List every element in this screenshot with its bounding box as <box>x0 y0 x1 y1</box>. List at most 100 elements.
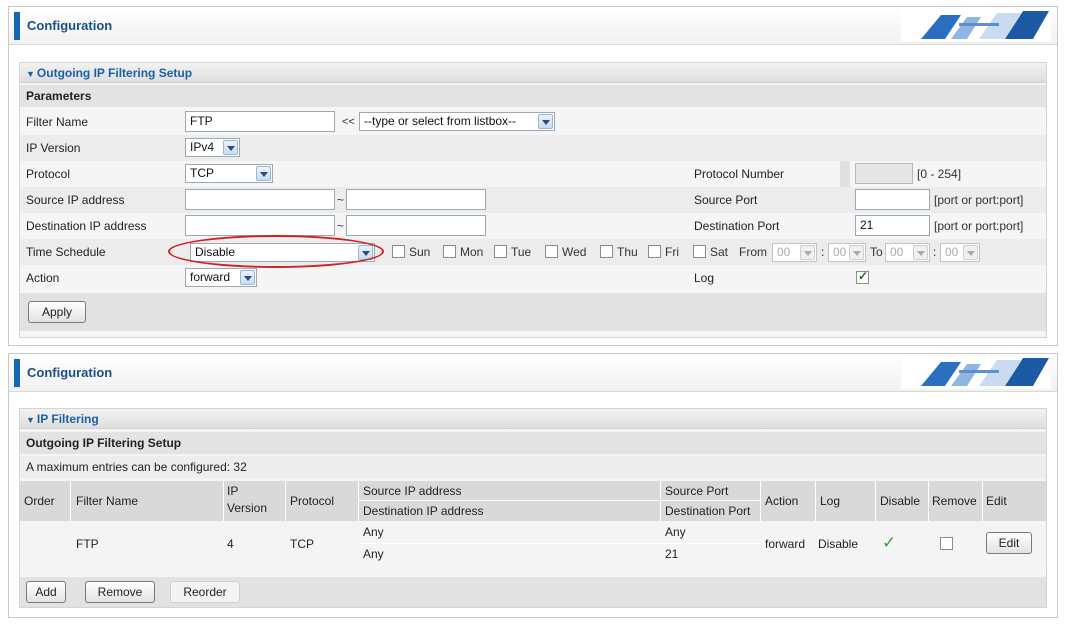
fri-checkbox[interactable] <box>648 245 661 258</box>
row-divider <box>359 543 761 544</box>
source-port-input[interactable] <box>855 189 930 210</box>
row-protocol: TCP <box>290 537 314 551</box>
subtitle-row: Outgoing IP Filtering Setup <box>20 432 1046 454</box>
config-header: Configuration <box>9 354 1057 392</box>
highlight-oval <box>168 235 384 268</box>
from-hour-value: 00 <box>777 245 791 259</box>
filter-list-select[interactable]: --type or select from listbox-- <box>359 112 555 131</box>
action-label: Action <box>26 271 60 285</box>
tue-checkbox[interactable] <box>494 245 507 258</box>
apply-row: Apply <box>20 293 1046 331</box>
sun-label: Sun <box>409 245 431 259</box>
ip-filtering-section: ▼ IP Filtering Outgoing IP Filtering Setu… <box>19 408 1047 608</box>
to-label: To <box>870 245 883 259</box>
filter-list-arrow: << <box>342 116 355 128</box>
subtitle: Outgoing IP Filtering Setup <box>26 436 182 450</box>
from-hour-select[interactable]: 00 <box>772 243 817 262</box>
dest-ip-start-input[interactable] <box>185 215 335 236</box>
section-title[interactable]: ▼ IP Filtering <box>20 409 1046 429</box>
dest-ip-end-input[interactable] <box>346 215 486 236</box>
ip-version-label: IP Version <box>26 141 81 155</box>
filter-list-value: --type or select from listbox-- <box>364 114 517 128</box>
network-banner-icon <box>901 9 1051 42</box>
chevron-down-icon <box>223 140 238 155</box>
protocol-number-input <box>855 163 913 184</box>
to-minute-select[interactable]: 00 <box>940 243 980 262</box>
log-label: Log <box>694 271 715 285</box>
thu-checkbox[interactable] <box>600 245 613 258</box>
action-row: Action forward Log <box>20 265 1046 291</box>
section-title[interactable]: ▼ Outgoing IP Filtering Setup <box>20 63 1046 83</box>
action-buttons-row: Add Remove Reorder <box>20 577 1046 607</box>
protocol-number-label-bg <box>840 161 850 187</box>
config-header: Configuration <box>9 7 1057 45</box>
to-hour-select[interactable]: 00 <box>885 243 930 262</box>
wed-checkbox[interactable] <box>545 245 558 258</box>
section-title-text: IP Filtering <box>36 412 99 426</box>
protocol-row: Protocol TCP Protocol Number [0 - 254] <box>20 161 1046 187</box>
col-action: Action <box>765 494 799 508</box>
header-accent-bar <box>14 12 20 40</box>
protocol-select[interactable]: TCP <box>185 164 273 183</box>
source-ip-end-input[interactable] <box>346 189 486 210</box>
protocol-label: Protocol <box>26 167 71 181</box>
col-protocol: Protocol <box>290 494 335 508</box>
row-action: forward <box>765 537 806 551</box>
fri-label: Fri <box>665 245 679 259</box>
to-colon: : <box>933 245 937 259</box>
thu-label: Thu <box>617 245 638 259</box>
row-divider <box>359 500 761 501</box>
col-divider <box>875 481 876 521</box>
col-dest-port: Destination Port <box>665 504 751 518</box>
add-button[interactable]: Add <box>26 581 66 603</box>
reorder-button[interactable]: Reorder <box>170 581 240 603</box>
sat-label: Sat <box>710 245 729 259</box>
action-select[interactable]: forward <box>185 268 257 287</box>
remove-checkbox[interactable] <box>940 537 953 550</box>
parameters-label: Parameters <box>26 89 92 103</box>
remove-button[interactable]: Remove <box>85 581 155 603</box>
chevron-down-icon <box>913 245 928 260</box>
dest-port-label: Destination Port <box>694 219 780 233</box>
filter-table: Order Filter Name IP Version Protocol So… <box>20 481 1046 575</box>
col-edit: Edit <box>986 494 1007 508</box>
chevron-down-icon <box>849 245 864 260</box>
row-source-ip: Any <box>363 525 384 539</box>
col-source-ip: Source IP address <box>363 484 462 498</box>
chevron-down-icon <box>256 166 271 181</box>
col-filter-name: Filter Name <box>76 494 139 508</box>
parameters-row: Parameters <box>20 85 1046 107</box>
log-checkbox[interactable] <box>856 269 869 284</box>
dest-ip-row: Destination IP address ~ Destination Por… <box>20 213 1046 239</box>
apply-button[interactable]: Apply <box>28 301 86 323</box>
col-ip-version-1: IP <box>227 484 239 498</box>
row-dest-port: 21 <box>665 547 679 561</box>
col-divider <box>815 481 816 521</box>
filter-name-input[interactable]: FTP <box>185 111 335 132</box>
sat-checkbox[interactable] <box>693 245 706 258</box>
chevron-down-icon <box>963 245 978 260</box>
source-port-hint: [port or port:port] <box>934 193 1024 207</box>
max-entries-row: A maximum entries can be configured: 32 <box>20 456 1046 478</box>
wed-label: Wed <box>562 245 587 259</box>
action-value: forward <box>190 270 231 284</box>
dest-port-input[interactable]: 21 <box>855 215 930 236</box>
col-dest-ip: Destination IP address <box>363 504 484 518</box>
config-panel-top: Configuration ▼ Outgoing IP Filtering Set… <box>8 6 1058 346</box>
from-label: From <box>739 245 767 259</box>
header-accent-bar <box>14 359 20 387</box>
edit-button[interactable]: Edit <box>986 532 1032 554</box>
row-ip-version: 4 <box>227 537 234 551</box>
ip-version-select[interactable]: IPv4 <box>185 138 240 157</box>
col-divider <box>70 481 71 521</box>
col-divider <box>982 481 983 521</box>
sun-checkbox[interactable] <box>392 245 405 258</box>
from-minute-select[interactable]: 00 <box>828 243 866 262</box>
header-title: Configuration <box>27 18 113 33</box>
mon-checkbox[interactable] <box>443 245 456 258</box>
time-schedule-row: Time Schedule Disable Sun Mon Tue Wed Th… <box>20 235 1046 268</box>
source-ip-start-input[interactable] <box>185 189 335 210</box>
max-entries-text: A maximum entries can be configured: 32 <box>26 460 247 474</box>
source-ip-label: Source IP address <box>26 193 125 207</box>
protocol-number-label: Protocol Number <box>694 167 785 181</box>
